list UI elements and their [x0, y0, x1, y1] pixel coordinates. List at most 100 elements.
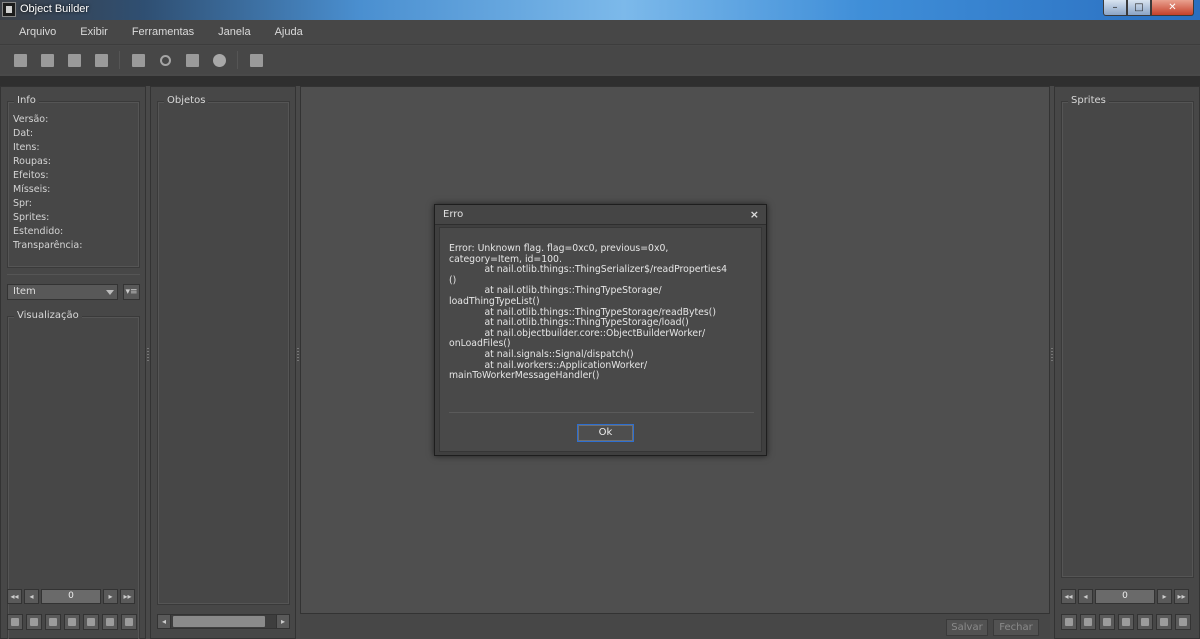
import-sprite-button[interactable] [1080, 614, 1096, 630]
minimize-button[interactable]: – [1103, 0, 1127, 16]
close-window-button[interactable]: ✕ [1151, 0, 1194, 16]
sprite-first-page-button[interactable]: ◂◂ [1061, 588, 1076, 604]
splitter-grip[interactable] [147, 348, 149, 362]
export-icon [49, 618, 57, 626]
edit-thing-button[interactable] [64, 614, 80, 630]
close-icon[interactable]: × [750, 208, 759, 221]
scroll-thumb[interactable] [173, 615, 265, 627]
editor-bottom-bar: Salvar Fechar [300, 613, 1050, 639]
find-icon [159, 54, 171, 66]
info-sprites: Sprites: [13, 212, 50, 223]
menu-ferramentas[interactable]: Ferramentas [125, 26, 201, 38]
sprites-list[interactable]: Sprites [1061, 95, 1194, 578]
paste-sprite-button[interactable] [1118, 614, 1134, 630]
scroll-right-button[interactable]: ▸ [276, 613, 290, 629]
new-sprite-button[interactable] [1156, 614, 1172, 630]
paste-icon [1122, 618, 1130, 626]
divider [7, 274, 140, 275]
filter-menu-button[interactable]: ▾≡ [123, 284, 140, 300]
sprite-last-page-button[interactable]: ▸▸ [1174, 588, 1189, 604]
toolbar [0, 46, 1200, 74]
objects-list[interactable]: Objetos [157, 95, 290, 605]
info-group: Info Versão: Dat: Itens: Roupas: Efeitos… [7, 95, 140, 268]
delete-thing-button[interactable] [121, 614, 137, 630]
first-page-button[interactable]: ◂◂ [7, 588, 22, 604]
object-builder-window: Object Builder – □ ✕ Arquivo Exibir Ferr… [0, 0, 1200, 639]
maximize-button[interactable]: □ [1127, 0, 1151, 16]
menu-bar: Arquivo Exibir Ferramentas Janela Ajuda [0, 20, 1200, 45]
copy-sprite-button[interactable] [1137, 614, 1153, 630]
thing-id-stepper[interactable]: 0 [41, 588, 101, 604]
prev-page-button[interactable]: ◂ [24, 588, 39, 604]
objects-scrollbar[interactable]: ◂ ▸ [157, 613, 290, 629]
export-thing-button[interactable] [45, 614, 61, 630]
error-dialog: Erro × Error: Unknown flag. flag=0xc0, p… [434, 204, 767, 456]
save-thing-button[interactable]: Salvar [946, 619, 988, 636]
info-items: Itens: [13, 142, 40, 153]
ok-button[interactable]: Ok [577, 424, 634, 442]
info-spr: Spr: [13, 198, 32, 209]
console-icon [249, 53, 263, 67]
left-panel: Info Versão: Dat: Itens: Roupas: Efeitos… [0, 86, 146, 639]
new-file-button[interactable] [11, 51, 29, 69]
chevron-down-icon [106, 290, 114, 295]
close-editor-button[interactable]: Fechar [993, 619, 1039, 636]
trash-icon [1179, 618, 1187, 626]
menu-ajuda[interactable]: Ajuda [268, 26, 310, 38]
app-icon [2, 2, 16, 17]
info-fields: Versão: Dat: Itens: Roupas: Efeitos: Mís… [13, 114, 82, 254]
import-icon [1084, 618, 1092, 626]
dialog-title: Erro [443, 209, 464, 220]
new-file-icon [13, 53, 27, 67]
next-page-button[interactable]: ▸ [103, 588, 118, 604]
export-icon [1103, 618, 1111, 626]
info-dat: Dat: [13, 128, 34, 139]
export-sprite-button[interactable] [1099, 614, 1115, 630]
panel-header-strip [0, 76, 1200, 86]
replace-sprite-button[interactable] [1061, 614, 1077, 630]
sprite-sheet-button[interactable] [183, 51, 201, 69]
info-transparency: Transparência: [13, 240, 83, 251]
save-as-icon [94, 53, 108, 67]
last-page-button[interactable]: ▸▸ [120, 588, 135, 604]
splitter-grip[interactable] [297, 348, 299, 362]
info-effects: Efeitos: [13, 170, 49, 181]
new-thing-button[interactable] [102, 614, 118, 630]
edit-icon [68, 618, 76, 626]
delete-sprite-button[interactable] [1175, 614, 1191, 630]
compile-button[interactable] [129, 51, 147, 69]
save-as-button[interactable] [92, 51, 110, 69]
sprite-id-stepper[interactable]: 0 [1095, 588, 1155, 604]
find-button[interactable] [156, 51, 174, 69]
sprites-title: Sprites [1068, 95, 1109, 106]
info-missiles: Mísseis: [13, 184, 51, 195]
replace-thing-button[interactable] [7, 614, 23, 630]
new-icon [1160, 618, 1168, 626]
menu-arquivo[interactable]: Arquivo [12, 26, 63, 38]
import-thing-button[interactable] [26, 614, 42, 630]
info-version: Versão: [13, 114, 49, 125]
open-folder-icon [40, 53, 54, 67]
dialog-header[interactable]: Erro × [435, 205, 766, 225]
save-button[interactable] [65, 51, 83, 69]
splitter-grip[interactable] [1051, 348, 1053, 362]
scroll-left-button[interactable]: ◂ [157, 613, 171, 629]
sprite-prev-page-button[interactable]: ◂ [1078, 588, 1093, 604]
title-bar[interactable]: Object Builder – □ ✕ [0, 0, 1200, 20]
window-title: Object Builder [20, 3, 90, 15]
menu-exibir[interactable]: Exibir [73, 26, 115, 38]
dialog-divider [449, 412, 754, 413]
info-outfits: Roupas: [13, 156, 52, 167]
category-select[interactable]: Item [7, 284, 118, 300]
info-title: Info [14, 95, 39, 106]
animation-player-button[interactable] [210, 51, 228, 69]
menu-janela[interactable]: Janela [211, 26, 257, 38]
scroll-track[interactable] [171, 613, 276, 629]
console-button[interactable] [247, 51, 265, 69]
window-controls: – □ ✕ [1103, 0, 1194, 18]
objects-panel: Objetos ◂ ▸ [150, 86, 296, 639]
new-icon [106, 618, 114, 626]
sprite-next-page-button[interactable]: ▸ [1157, 588, 1172, 604]
open-button[interactable] [38, 51, 56, 69]
duplicate-thing-button[interactable] [83, 614, 99, 630]
